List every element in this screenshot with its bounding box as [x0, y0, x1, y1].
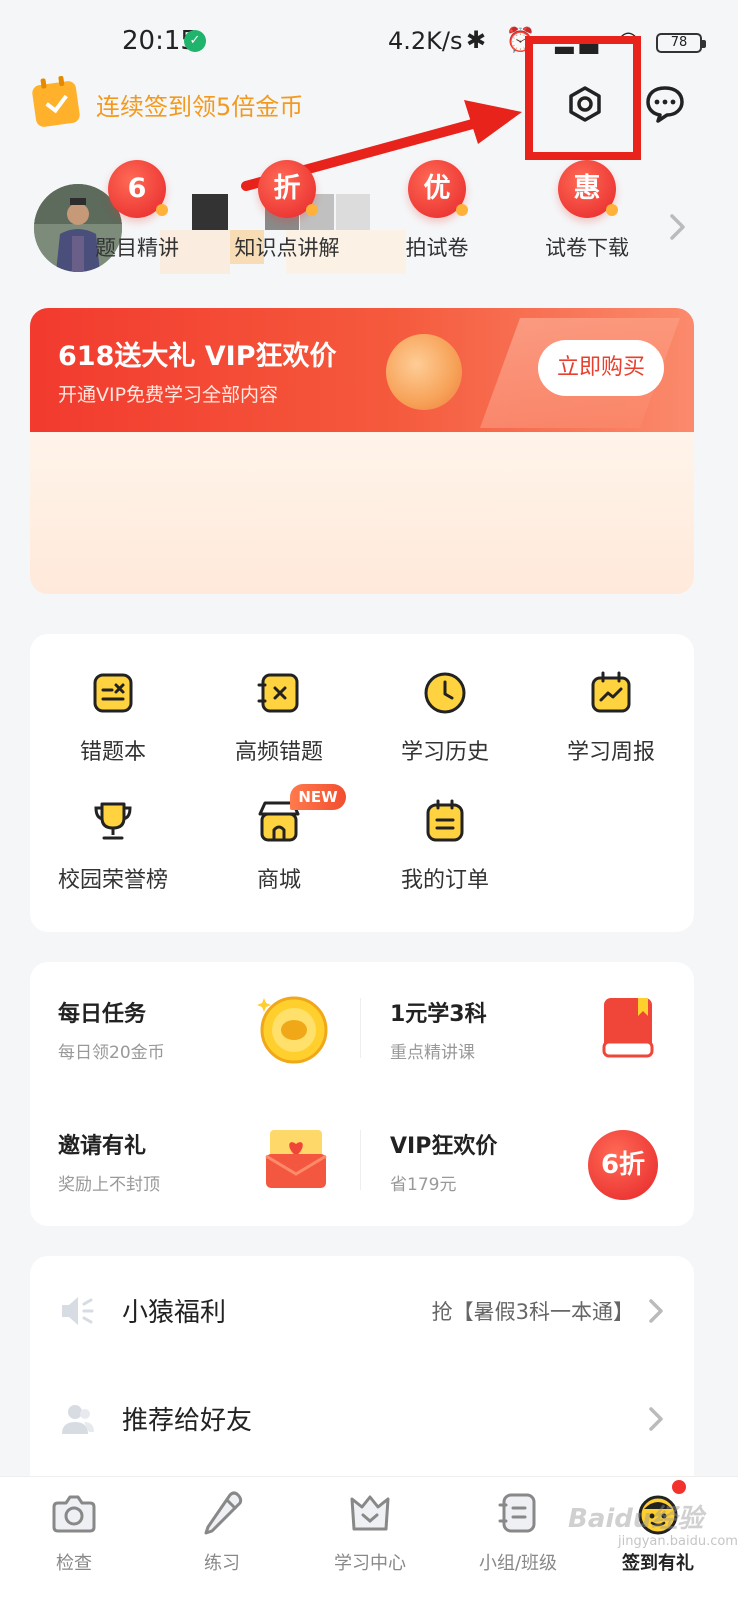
vip-feature-label: 试卷下载 — [545, 236, 629, 260]
chat-bubble-icon — [646, 86, 684, 123]
message-button[interactable] — [642, 82, 688, 126]
list-item-recommend[interactable]: 推荐给好友 — [30, 1364, 694, 1472]
list-item-benefits[interactable]: 小猿福利 抢【暑假3科一本通】 — [30, 1256, 694, 1364]
task-invite[interactable]: 邀请有礼 奖励上不封顶 — [30, 1094, 362, 1226]
vip-feature-label: 拍试卷 — [405, 236, 469, 260]
pencil-icon — [204, 1491, 243, 1535]
battery-indicator: 78 — [656, 33, 706, 53]
camera-icon — [52, 1495, 96, 1533]
task-subtitle: 省179元 — [390, 1175, 457, 1195]
task-one-yuan-three-subjects[interactable]: 1元学3科 重点精讲课 — [362, 962, 694, 1094]
tasks-card: 每日任务 每日领20金币 1元学3科 重点精讲课 邀请有礼 奖励上不封顶 VIP… — [30, 962, 694, 1226]
order-icon — [426, 799, 464, 842]
tool-campus-honor[interactable]: 校园荣誉榜 — [30, 798, 196, 894]
vip-feature-scan-paper[interactable]: 优 拍试卷 — [362, 160, 512, 262]
vip-feature-question-explanation[interactable]: 6 题目精讲 — [62, 160, 212, 262]
badge-six-icon: 6 — [108, 160, 168, 218]
vip-features — [30, 432, 694, 594]
task-title: VIP狂欢价 — [390, 1134, 498, 1159]
tool-weekly-report[interactable]: 学习周报 — [528, 670, 694, 766]
tool-label: 高频错题 — [234, 740, 323, 765]
vip-feature-paper-download[interactable]: 惠 试卷下载 — [512, 160, 662, 262]
watermark-url: jingyan.baidu.com — [618, 1534, 738, 1549]
red-book-icon — [602, 998, 654, 1058]
badge-premium-icon: 优 — [408, 160, 468, 218]
users-icon — [62, 1405, 94, 1434]
clock-icon — [424, 672, 466, 714]
speaker-icon — [62, 1297, 94, 1325]
task-title: 每日任务 — [58, 1002, 147, 1027]
network-speed: 4.2K/s — [388, 27, 463, 55]
tab-check[interactable]: 检查 — [0, 1489, 148, 1575]
gift-envelope-icon — [265, 1130, 327, 1188]
vip-banner-header: 618送大礼 VIP狂欢价 开通VIP免费学习全部内容 立即购买 — [30, 308, 694, 432]
badge-benefit-icon: 惠 — [558, 160, 618, 218]
vip-promo-card[interactable]: 618送大礼 VIP狂欢价 开通VIP免费学习全部内容 立即购买 — [30, 308, 694, 594]
task-vip-price[interactable]: VIP狂欢价 省179元 6折 — [362, 1094, 694, 1226]
watermark: Baidu经验 — [568, 1504, 704, 1534]
task-title: 邀请有礼 — [58, 1134, 147, 1159]
task-title: 1元学3科 — [390, 1002, 487, 1027]
tool-label: 商城 — [256, 868, 301, 893]
shield-icon: ✓ — [184, 30, 206, 52]
gold-coin-icon — [257, 996, 328, 1064]
vip-feature-label: 知识点讲解 — [234, 236, 340, 260]
vip-feature-label: 题目精讲 — [95, 236, 179, 260]
calendar-check-icon — [31, 80, 81, 128]
tool-label: 学习历史 — [400, 740, 489, 765]
list-label: 推荐给好友 — [122, 1406, 253, 1436]
tool-study-history[interactable]: 学习历史 — [362, 670, 528, 766]
vip-subtitle: 开通VIP免费学习全部内容 — [58, 384, 279, 406]
trophy-icon — [94, 802, 132, 840]
tool-label: 我的订单 — [400, 868, 489, 893]
list-label: 小猿福利 — [122, 1298, 227, 1328]
task-subtitle: 奖励上不封顶 — [58, 1175, 160, 1195]
annotation-highlight-box — [525, 36, 641, 160]
chevron-right-icon — [649, 1299, 663, 1323]
new-badge: NEW — [290, 784, 346, 810]
tool-label: 校园荣誉榜 — [57, 868, 168, 893]
task-subtitle: 重点精讲课 — [390, 1043, 475, 1063]
chevron-right-icon — [649, 1407, 663, 1431]
notification-dot — [672, 1480, 686, 1494]
nav-label: 签到有礼 — [622, 1553, 694, 1574]
nav-label: 练习 — [204, 1553, 240, 1574]
weekly-report-icon — [591, 671, 631, 713]
tool-label: 学习周报 — [566, 740, 655, 765]
group-icon — [498, 1493, 536, 1533]
crown-icon — [350, 1495, 390, 1531]
vip-title: 618送大礼 VIP狂欢价 — [58, 341, 337, 372]
tool-shop[interactable]: 商城 — [196, 798, 362, 894]
badge-discount-icon: 折 — [258, 160, 318, 218]
nav-label: 学习中心 — [334, 1553, 406, 1574]
list-card: 小猿福利 抢【暑假3科一本通】 推荐给好友 — [30, 1256, 694, 1486]
tool-wrong-book[interactable]: 错题本 — [30, 670, 196, 766]
nav-label: 小组/班级 — [478, 1553, 558, 1574]
buy-now-button[interactable]: 立即购买 — [538, 340, 664, 396]
vip-feature-knowledge-points[interactable]: 折 知识点讲解 — [212, 160, 362, 262]
coin-decoration-icon — [386, 334, 462, 410]
wrong-book-icon — [93, 673, 133, 713]
tool-label: 错题本 — [79, 740, 146, 765]
task-subtitle: 每日领20金币 — [58, 1043, 165, 1063]
tool-my-orders[interactable]: 我的订单 — [362, 798, 528, 894]
frequent-errors-icon — [257, 673, 299, 713]
tab-practice[interactable]: 练习 — [148, 1489, 296, 1575]
nav-label: 检查 — [56, 1553, 92, 1574]
discount-badge: 6折 — [588, 1130, 658, 1200]
tab-study-center[interactable]: 学习中心 — [296, 1489, 444, 1575]
list-right-text: 抢【暑假3科一本通】 — [431, 1300, 634, 1324]
tool-frequent-errors[interactable]: 高频错题 — [196, 670, 362, 766]
profile-chevron-icon[interactable] — [664, 212, 690, 242]
task-daily[interactable]: 每日任务 每日领20金币 — [30, 962, 362, 1094]
